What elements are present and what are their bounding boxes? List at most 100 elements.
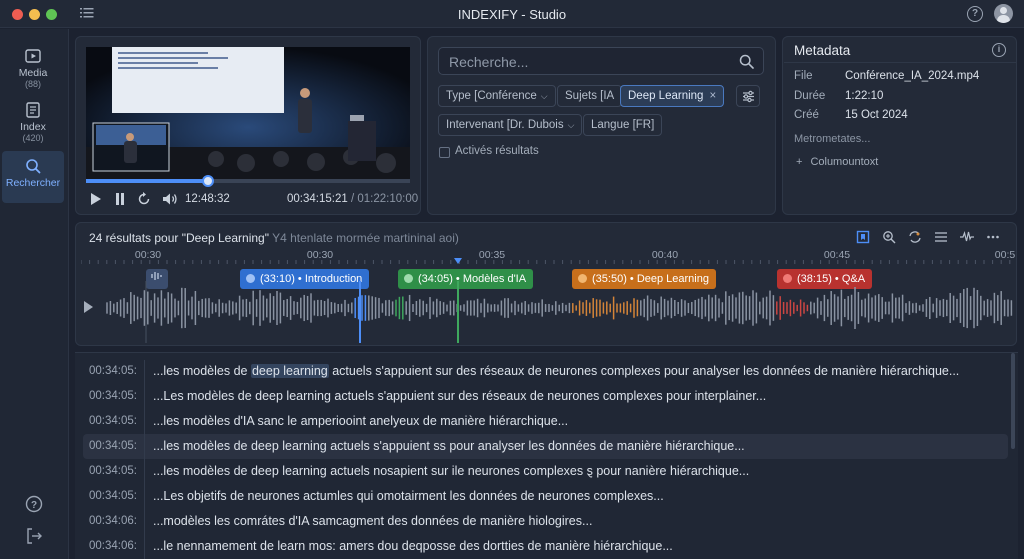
transcript-text-before: ...Les modèles de deep learning actuels … xyxy=(153,389,767,403)
conference-video-image xyxy=(86,47,410,181)
search-input[interactable]: Recherche... xyxy=(438,47,764,75)
meta-key-duree: Durée xyxy=(794,90,826,102)
transcript-row[interactable]: 00:34:05: ...Les modèles de deep learning… xyxy=(83,384,1008,409)
bookmark-icon[interactable] xyxy=(856,230,870,244)
sliders-icon xyxy=(743,90,754,103)
filter-langue-dropdown[interactable]: Langue [FR] xyxy=(583,114,663,136)
search-icon xyxy=(26,159,41,174)
info-icon[interactable]: i xyxy=(992,43,1006,57)
zoom-icon[interactable] xyxy=(882,230,896,244)
search-icon[interactable] xyxy=(739,54,754,69)
transcript-text: ...Les objetifs de neurones actumles qui… xyxy=(153,489,664,503)
pause-icon[interactable] xyxy=(114,192,126,206)
sidebar-item-media[interactable]: Media (88) xyxy=(2,43,64,95)
sidebar-item-rechercher[interactable]: Rechercher xyxy=(2,151,64,203)
current-time: 12:48:32 xyxy=(185,193,230,205)
meta-value-cree: 15 Oct 2024 xyxy=(845,109,908,121)
transcript-text-before: ...les modèles d'IA sanc le amperiooint … xyxy=(153,414,569,428)
transcript-text: ...les modèles de deep learning actuels … xyxy=(153,464,749,478)
replay-icon[interactable] xyxy=(137,192,151,206)
transcript-timestamp: 00:34:05: xyxy=(89,490,137,502)
filter-deep-learning-chip[interactable]: Deep Learning × xyxy=(620,85,725,107)
transcript-text: ...le nennamement de learn mos: amers do… xyxy=(153,539,673,553)
duration-value: / 01:22:10:00 xyxy=(350,193,419,205)
sidebar-item-label: Media xyxy=(18,67,48,79)
meta-key-cree: Créé xyxy=(794,109,819,121)
transcript-text-before: ...les modèles de deep learning actuels … xyxy=(153,439,745,453)
filter-langue-label: Langue [FR] xyxy=(591,119,655,131)
transcript-row[interactable]: 00:34:06: ...le nennamement de learn mos:… xyxy=(83,534,1008,559)
plus-icon: + xyxy=(796,156,803,168)
sidebar-item-count: (88) xyxy=(24,79,41,89)
user-avatar[interactable] xyxy=(994,4,1013,23)
transcript-timestamp: 00:34:05: xyxy=(89,415,137,427)
transcript-timestamp: 00:34:05: xyxy=(89,365,137,377)
help-icon[interactable]: ? xyxy=(24,494,44,514)
divider xyxy=(784,62,1016,63)
media-icon xyxy=(25,49,41,63)
more-metadata-link[interactable]: Metrometates... xyxy=(794,133,870,145)
transcript-text: ...les modèles de deep learning actuels … xyxy=(153,439,745,453)
transcript-list: 00:34:05: ...les modèles de deep learning… xyxy=(75,352,1018,559)
more-icon[interactable] xyxy=(986,230,1000,244)
position-value: 00:34:15:21 xyxy=(287,193,348,205)
add-column-button[interactable]: + Columountoxt xyxy=(796,156,878,168)
results-header: 24 résultats pour "Deep Learning" Y4 hte… xyxy=(89,231,459,245)
add-column-label: Columountoxt xyxy=(810,156,879,168)
transcript-text: ...Les modèles de deep learning actuels … xyxy=(153,389,766,403)
chevron-down-icon: ⌵ xyxy=(540,91,548,101)
filter-settings-button[interactable] xyxy=(736,85,760,107)
logout-icon[interactable] xyxy=(24,526,44,546)
sync-icon[interactable] xyxy=(908,230,922,244)
meta-value-duree: 1:22:10 xyxy=(845,90,884,102)
transcript-scrollbar[interactable] xyxy=(1011,353,1015,449)
metadata-title: Metadata xyxy=(794,43,851,58)
transcript-row[interactable]: 00:34:05: ...Les objetifs de neurones act… xyxy=(83,484,1008,509)
transcript-text: ...les modèles d'IA sanc le amperiooint … xyxy=(153,414,568,428)
sidebar-item-label: Rechercher xyxy=(5,177,61,189)
volume-icon[interactable] xyxy=(162,192,178,206)
waveform-icon[interactable] xyxy=(960,230,974,244)
results-title: 24 résultats pour "Deep Learning" xyxy=(89,231,269,245)
transcript-text-before: ...les modèles de xyxy=(153,364,251,378)
active-results-checkbox[interactable] xyxy=(439,147,450,158)
transcript-row[interactable]: 00:34:06: ...modèles les comrátes d'IA sa… xyxy=(83,509,1008,534)
sidebar: Media (88) Index (420) Rechercher ? xyxy=(0,29,69,559)
filter-intervenant-dropdown[interactable]: Intervenant [Dr. Dubois ⌵ xyxy=(438,114,583,136)
help-icon[interactable]: ? xyxy=(967,6,983,22)
transcript-text-after: actuels s'appuient sur des réseaux de ne… xyxy=(328,364,960,378)
list-icon[interactable] xyxy=(934,230,948,244)
meta-value-file: Conférence_IA_2024.mp4 xyxy=(845,70,980,82)
filter-chip-label: Deep Learning xyxy=(628,90,704,102)
filter-type-label: Type [Conférence xyxy=(446,90,537,102)
sidebar-item-index[interactable]: Index (420) xyxy=(2,97,64,149)
transcript-text-before: ...le nennamement de learn mos: amers do… xyxy=(153,539,673,553)
filter-type-dropdown[interactable]: Type [Conférence ⌵ xyxy=(438,85,556,107)
transcript-row[interactable]: 00:34:05: ...les modèles de deep learning… xyxy=(83,359,1008,384)
transcript-text-before: ...les modèles de deep learning actuels … xyxy=(153,464,750,478)
search-placeholder: Recherche... xyxy=(449,54,529,70)
chevron-down-icon: ⌵ xyxy=(567,120,575,130)
transcript-text: ...les modèles de deep learning actuels … xyxy=(153,364,959,378)
sidebar-item-count: (420) xyxy=(22,133,44,143)
audio-waveform[interactable] xyxy=(105,281,1015,343)
filter-sujets-dropdown[interactable]: Sujets [IA xyxy=(557,85,623,107)
waveform-play-icon[interactable] xyxy=(84,301,93,313)
title-bar: INDEXIFY - Studio ? xyxy=(0,0,1024,28)
transcript-row[interactable]: 00:34:05: ...les modèles de deep learning… xyxy=(83,434,1008,459)
video-progress-bar[interactable] xyxy=(86,179,410,183)
svg-text:?: ? xyxy=(31,500,37,511)
transcript-timestamp: 00:34:05: xyxy=(89,390,137,402)
transcript-timestamp: 00:34:06: xyxy=(89,540,137,552)
filter-intervenant-label: Intervenant [Dr. Dubois xyxy=(446,119,564,131)
meta-key-file: File xyxy=(794,70,813,82)
transcript-row[interactable]: 00:34:05: ...les modèles d'IA sanc le amp… xyxy=(83,409,1008,434)
active-results-label: Activés résultats xyxy=(455,145,539,157)
transcript-row[interactable]: 00:34:05: ...les modèles de deep learning… xyxy=(83,459,1008,484)
transcript-timestamp: 00:34:05: xyxy=(89,440,137,452)
video-frame[interactable] xyxy=(86,47,410,181)
transcript-divider xyxy=(144,360,145,559)
close-icon[interactable]: × xyxy=(709,90,716,102)
transcript-timestamp: 00:34:06: xyxy=(89,515,137,527)
play-icon[interactable] xyxy=(90,192,102,206)
